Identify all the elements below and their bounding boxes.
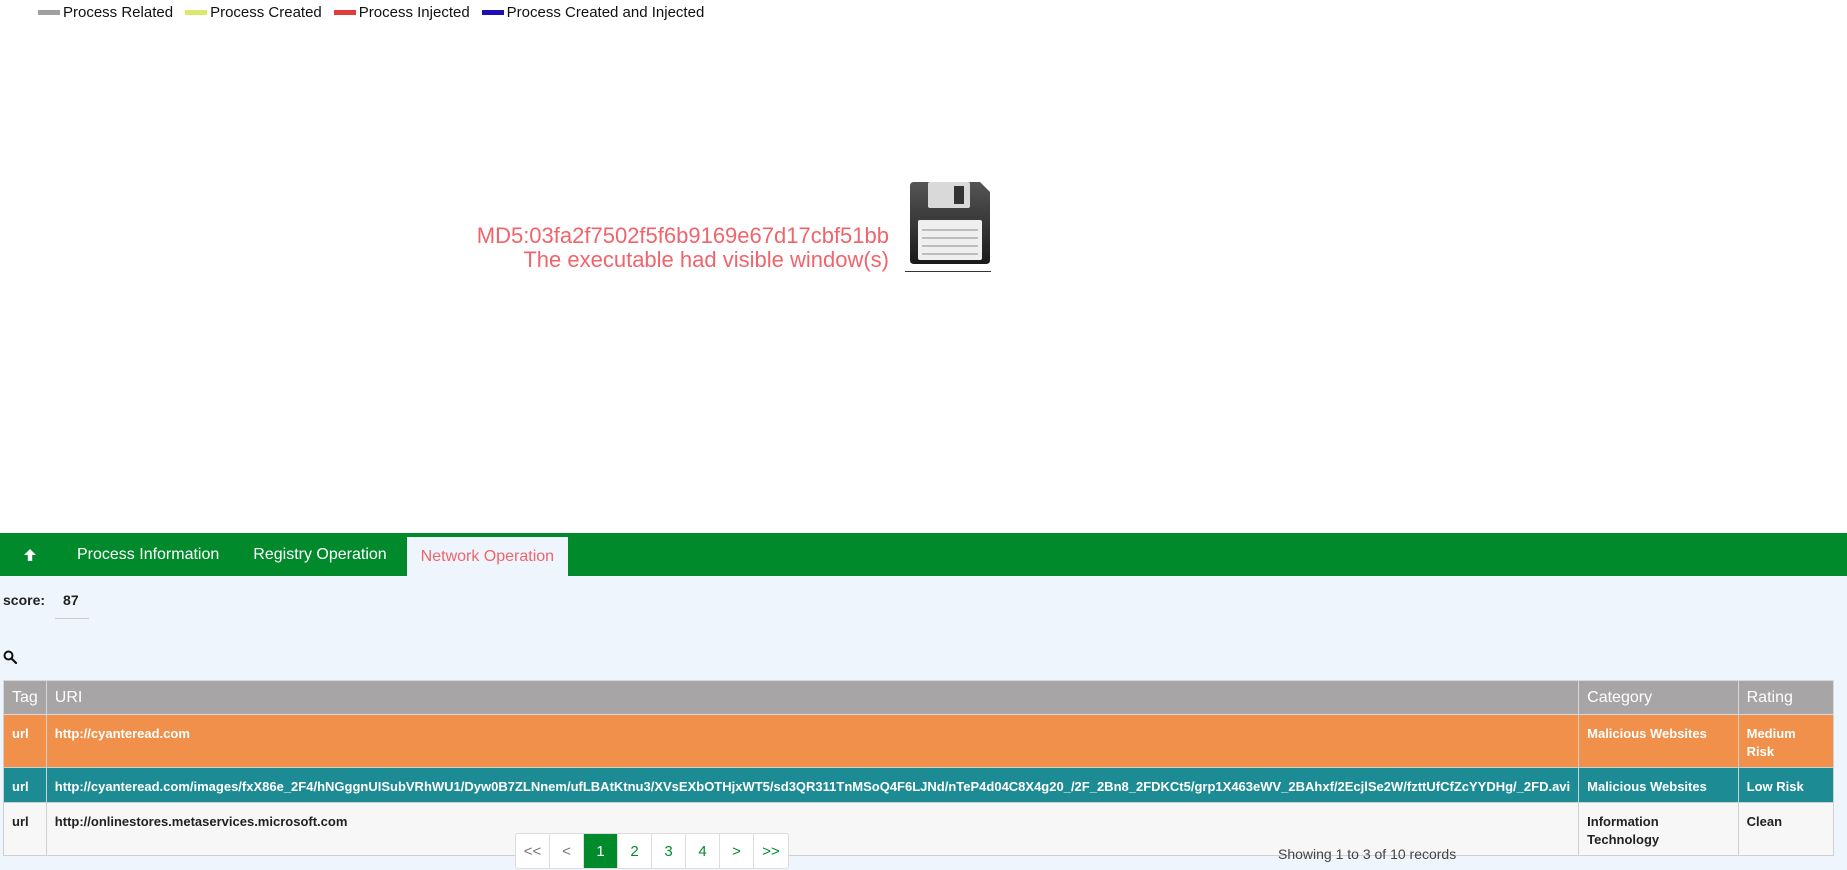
page-button-1[interactable]: 1 <box>584 834 618 868</box>
cell-category: Information Technology <box>1578 802 1739 856</box>
score-row: score: 87 <box>3 592 89 619</box>
graph-legend: Process Related Process Created Process … <box>38 4 716 21</box>
process-node[interactable]: MD5:03fa2f7502f5f6b9169e67d17cbf51bb The… <box>0 170 1000 280</box>
floppy-disk-icon[interactable] <box>906 180 992 266</box>
cell-rating: Clean <box>1737 802 1835 856</box>
table-row[interactable]: url http://onlinestores.metaservices.mic… <box>3 802 1835 856</box>
tab-network-operation[interactable]: Network Operation <box>406 537 569 576</box>
cell-rating: Low Risk <box>1737 767 1835 803</box>
tab-bar: Process Information Registry Operation N… <box>0 533 1847 576</box>
cell-tag: url <box>3 767 47 803</box>
legend-label: Process Created and Injected <box>506 4 705 21</box>
pagination: << < 1 2 3 4 > >> <box>515 833 789 869</box>
network-table: Tag URI Category Rating url http://cyant… <box>3 680 1835 856</box>
score-value: 87 <box>55 592 89 619</box>
table-row[interactable]: url http://cyanteread.com/images/fxX86e_… <box>3 767 1835 803</box>
table-header-row: Tag URI Category Rating <box>3 680 1835 715</box>
cell-tag: url <box>3 802 47 856</box>
header-category[interactable]: Category <box>1578 680 1739 715</box>
network-operation-panel: score: 87 Tag URI Category Rating url ht… <box>0 576 1847 870</box>
legend-item-process-created-injected: Process Created and Injected <box>481 4 705 21</box>
header-tag[interactable]: Tag <box>3 680 47 715</box>
cell-uri: http://cyanteread.com/images/fxX86e_2F4/… <box>45 767 1580 803</box>
node-underline <box>905 271 991 272</box>
page-prev-button[interactable]: < <box>550 834 584 868</box>
page-button-3[interactable]: 3 <box>652 834 686 868</box>
page-last-button[interactable]: >> <box>754 834 788 868</box>
cell-category: Malicious Websites <box>1578 767 1739 803</box>
header-rating[interactable]: Rating <box>1737 680 1835 715</box>
cell-rating: Medium Risk <box>1737 714 1835 768</box>
cell-uri: http://cyanteread.com <box>45 714 1580 768</box>
tab-registry-operation[interactable]: Registry Operation <box>239 533 400 576</box>
records-summary: Showing 1 to 3 of 10 records <box>1278 846 1457 862</box>
tab-process-information[interactable]: Process Information <box>63 533 233 576</box>
header-uri[interactable]: URI <box>45 680 1580 715</box>
legend-item-process-created: Process Created <box>185 4 322 21</box>
legend-item-process-related: Process Related <box>38 4 173 21</box>
page-next-button[interactable]: > <box>720 834 754 868</box>
scroll-up-button[interactable] <box>0 533 60 576</box>
search-icon[interactable] <box>3 650 17 664</box>
process-note: The executable had visible window(s) <box>523 247 889 272</box>
cell-tag: url <box>3 714 47 768</box>
process-md5: MD5:03fa2f7502f5f6b9169e67d17cbf51bb <box>476 223 889 248</box>
legend-label: Process Created <box>210 4 322 21</box>
arrow-up-icon <box>24 548 36 561</box>
legend-swatch <box>481 10 504 15</box>
legend-label: Process Related <box>63 4 174 21</box>
legend-swatch <box>333 10 356 15</box>
cell-category: Malicious Websites <box>1578 714 1739 768</box>
legend-swatch <box>185 10 208 15</box>
legend-swatch <box>38 10 60 15</box>
process-node-label: MD5:03fa2f7502f5f6b9169e67d17cbf51bb The… <box>477 224 889 272</box>
score-label: score: <box>3 592 46 608</box>
page-button-4[interactable]: 4 <box>686 834 720 868</box>
legend-label: Process Injected <box>358 4 470 21</box>
page-first-button[interactable]: << <box>516 834 550 868</box>
page-button-2[interactable]: 2 <box>618 834 652 868</box>
legend-item-process-injected: Process Injected <box>333 4 470 21</box>
table-row[interactable]: url http://cyanteread.com Malicious Webs… <box>3 714 1835 768</box>
